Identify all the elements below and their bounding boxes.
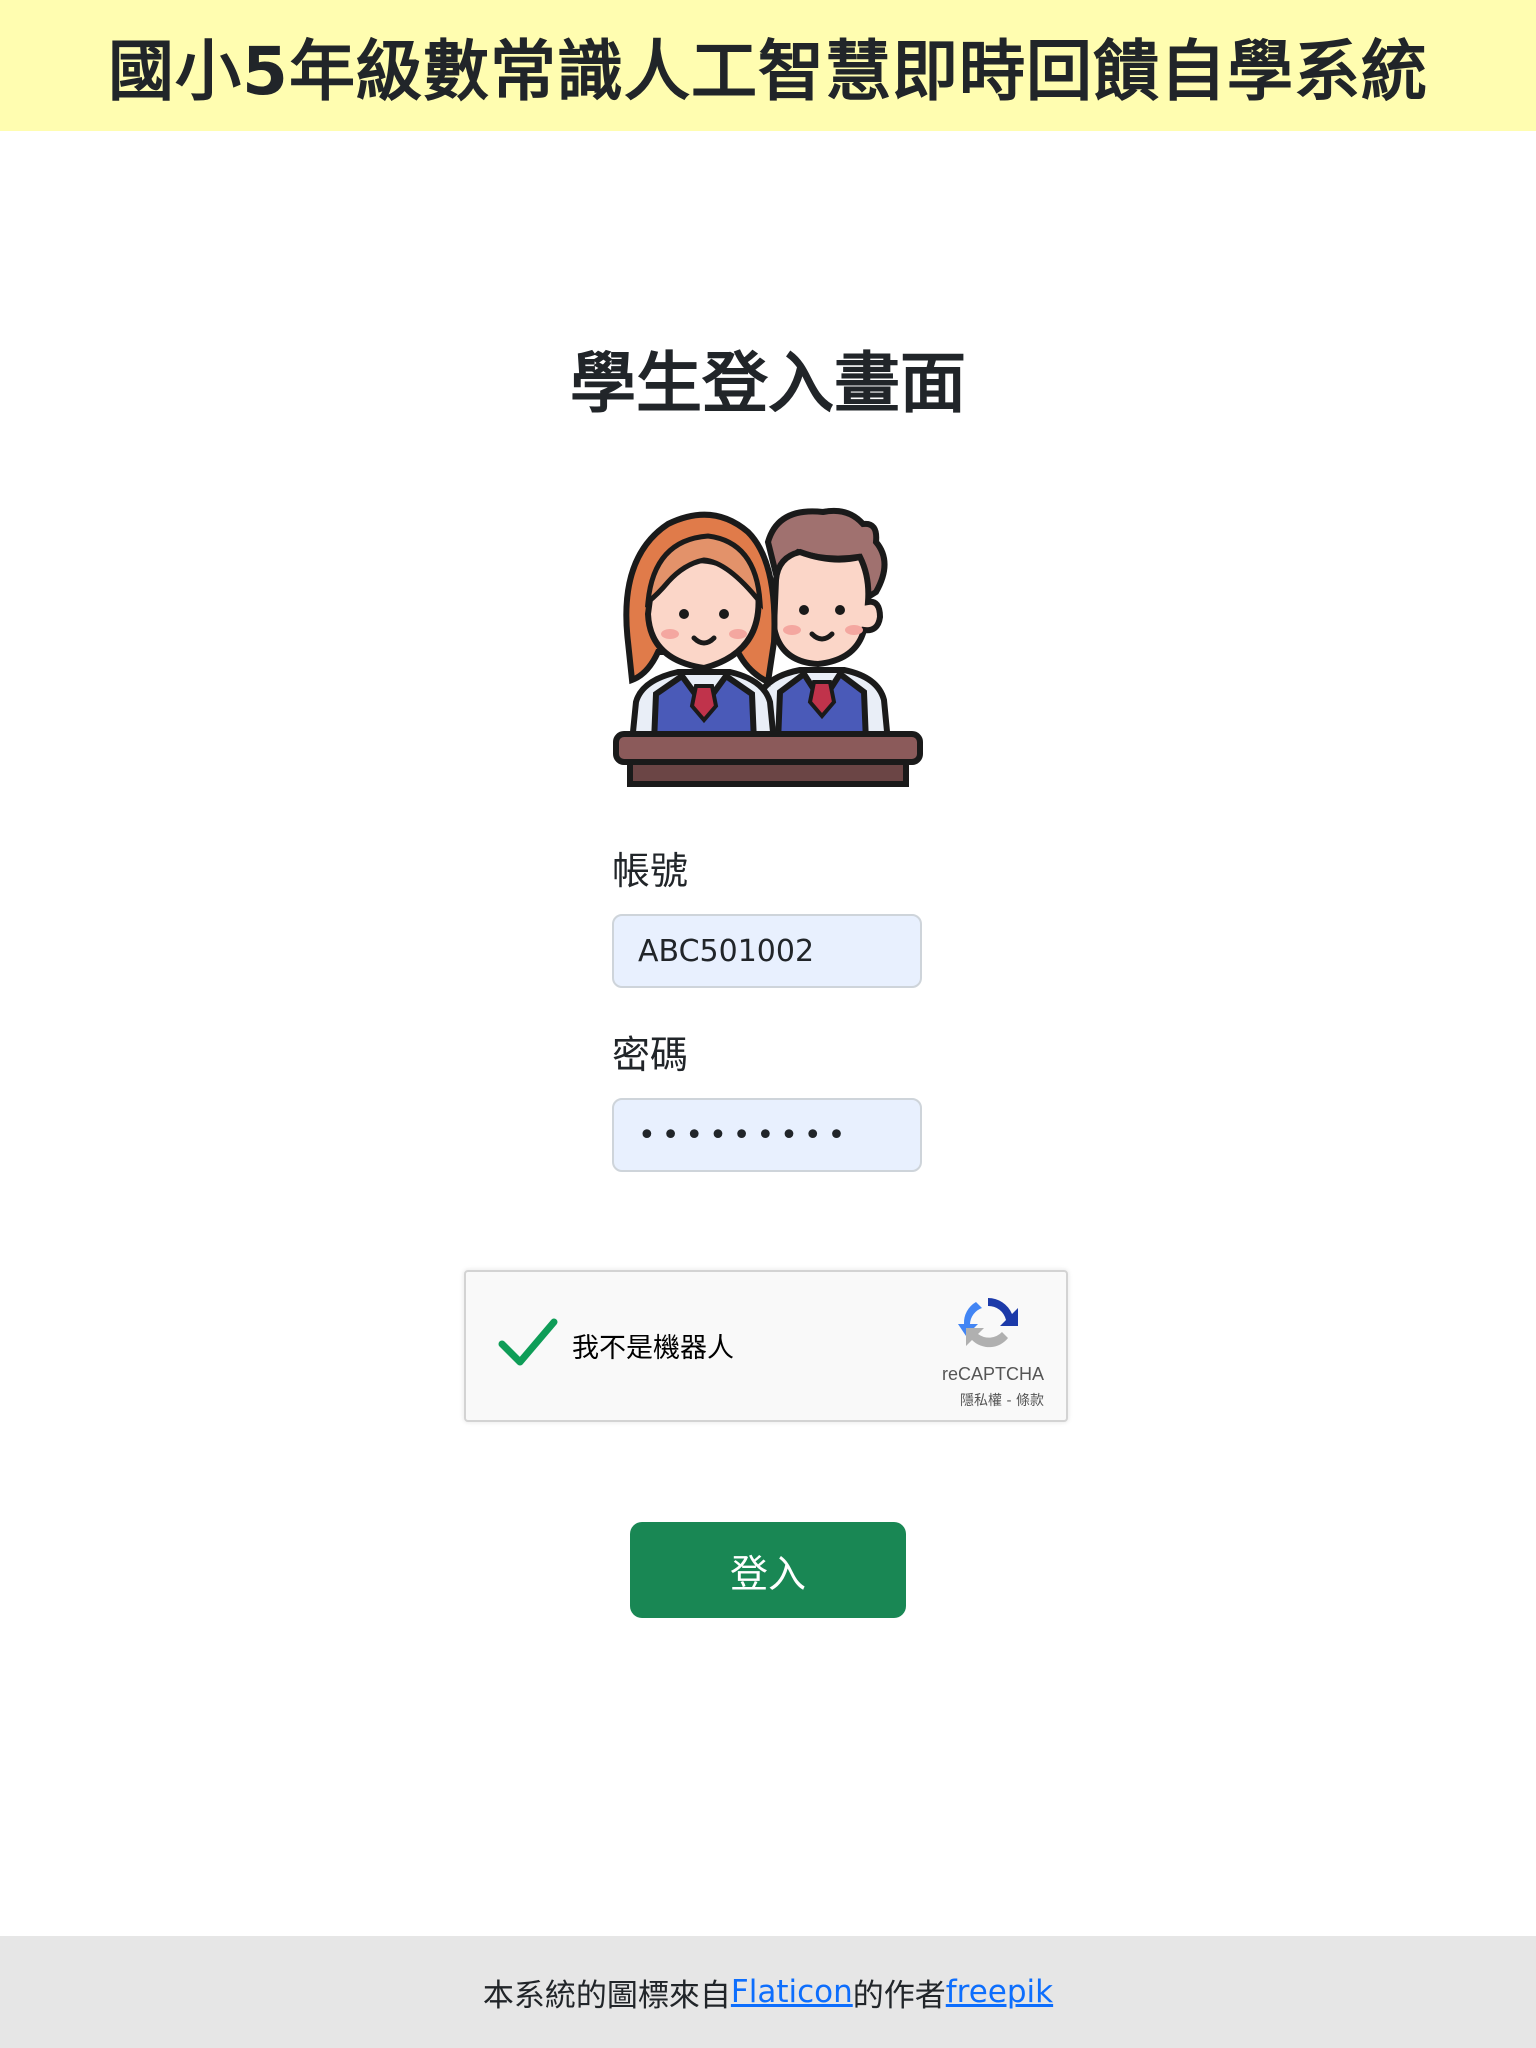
checkmark-icon[interactable] [498, 1316, 558, 1368]
page-title: 學生登入畫面 [570, 345, 966, 422]
footer-text-middle: 的作者 [852, 1977, 946, 2014]
login-button[interactable]: 登入 [630, 1522, 906, 1618]
freepik-link[interactable]: freepik [946, 1974, 1053, 2010]
password-label: 密碼 [612, 1033, 689, 1077]
site-footer: 本系統的圖標來自 Flaticon 的作者 freepik [0, 1936, 1536, 2048]
password-input[interactable] [612, 1098, 922, 1172]
recaptcha-terms-link[interactable]: 隱私權 - 條款 [960, 1390, 1044, 1410]
recaptcha-brand: reCAPTCHA [941, 1364, 1044, 1384]
site-title: 國小5年級數常識人工智慧即時回饋自學系統 [108, 32, 1428, 110]
recaptcha-widget: 我不是機器人 reCAPTCHA 隱私權 - 條款 [464, 1270, 1068, 1422]
site-header: 國小5年級數常識人工智慧即時回饋自學系統 [0, 0, 1536, 131]
students-at-desk-icon [613, 507, 923, 787]
recaptcha-logo-icon [958, 1298, 1018, 1348]
flaticon-link[interactable]: Flaticon [731, 1974, 853, 2010]
account-input[interactable] [612, 914, 922, 988]
footer-text-before: 本系統的圖標來自 [482, 1977, 731, 2014]
account-label: 帳號 [612, 849, 689, 893]
recaptcha-label: 我不是機器人 [572, 1333, 734, 1364]
login-page: 國小5年級數常識人工智慧即時回饋自學系統 學生登入畫面 帳號 ABC501002… [0, 0, 1536, 2048]
